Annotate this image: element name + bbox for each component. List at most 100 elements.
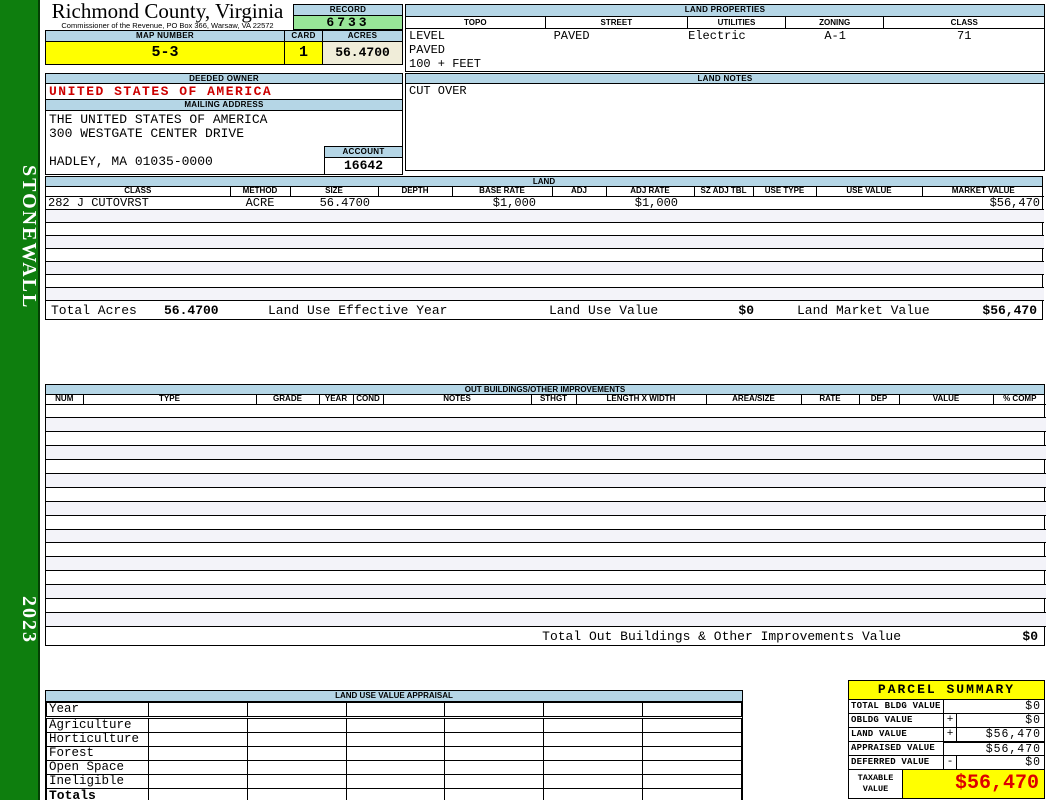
empty-cell [148,717,248,733]
empty-cell [246,788,347,800]
utilities-value: Electric [688,29,746,43]
topo-extra-1: PAVED [409,43,446,57]
empty-row [46,445,1046,461]
land-notes-panel: LAND NOTES CUT OVER [405,73,1045,171]
empty-cell [246,702,347,719]
plus-operator: + [944,714,957,727]
empty-row [46,487,1046,502]
col-zoning: ZONING [785,17,885,29]
commissioner-line: Commissioner of the Revenue, PO Box 366,… [61,21,274,30]
empty-cell [148,760,248,775]
empty-cell [246,732,347,747]
empty-cell [444,774,545,789]
land-value: $56,470 [985,728,1041,741]
deferred-value: $0 [1025,756,1041,769]
sidebar: STONEWALL 2023 [0,0,40,800]
empty-cell [543,788,644,800]
total-bldg-value-label: TOTAL BLDG VALUE [849,700,944,713]
card-value: 1 [285,42,323,65]
empty-row [46,274,1044,288]
out-buildings-total-value: $0 [1022,628,1038,644]
empty-row [46,209,1044,223]
parcel-summary-row: LAND VALUE + $56,470 [849,728,1044,742]
empty-row [46,584,1046,599]
land-market-value-label: Land Market Value [797,302,930,318]
appraisal-row: Year [46,702,742,719]
empty-cell [345,732,446,747]
taxable-value: $56,470 [903,770,1044,798]
total-acres-label: Total Acres [51,302,137,318]
land-use-effective-year-label: Land Use Effective Year [268,302,448,318]
appraisal-row: Open Space [46,760,742,775]
col-utilities: UTILITIES [688,17,786,29]
col-street: STREET [545,17,689,29]
parcel-summary-row: APPRAISED VALUE $56,470 [849,742,1044,756]
empty-cell [543,774,644,789]
acres-header: ACRES [323,30,403,42]
land-properties-columns: TOPO STREET UTILITIES ZONING CLASS [406,17,1044,29]
land-use-value-label: Land Use Value [549,302,659,318]
empty-row [46,287,1044,301]
empty-cell [444,760,545,775]
land-table-panel: LAND CLASS METHOD SIZE DEPTH BASE RATE A… [45,176,1044,320]
empty-cell [642,746,742,761]
account-header: ACCOUNT [324,146,403,158]
owner-panel: DEEDED OWNER UNITED STATES OF AMERICA MA… [45,73,403,175]
appraised-value-label: APPRAISED VALUE [849,742,944,755]
empty-cell [642,732,742,747]
record-box: RECORD 6733 [293,4,403,30]
empty-row [46,417,1046,433]
land-row: 282 J CUTOVRST ACRE 56.4700 $1,000 $1,00… [46,196,1044,210]
out-buildings-column-headers: NUM TYPE GRADE YEAR COND NOTES STHGT LEN… [46,395,1046,405]
appraised-value: $56,470 [944,742,1044,756]
class-value: 71 [957,29,972,43]
empty-row [46,431,1046,447]
empty-cell [345,746,446,761]
empty-cell [345,717,446,733]
parcel-summary-header: PARCEL SUMMARY [849,681,1044,700]
empty-row [46,235,1044,249]
land-market-value: $56,470 [982,302,1037,318]
taxable-value-label: TAXABLE VALUE [849,770,903,798]
empty-cell [642,717,742,733]
record-value: 6733 [293,16,403,30]
empty-cell [148,746,248,761]
street-value: PAVED [553,29,590,43]
empty-cell [543,746,644,761]
map-number-value: 5-3 [45,42,285,65]
deeded-owner-header: DEEDED OWNER [45,73,403,84]
out-buildings-panel: OUT BUILDINGS/OTHER IMPROVEMENTS NUM TYP… [45,384,1046,646]
land-table: CLASS METHOD SIZE DEPTH BASE RATE ADJ AD… [46,187,1044,301]
land-column-headers: CLASS METHOD SIZE DEPTH BASE RATE ADJ AD… [46,187,1044,197]
appraisal-row: Horticulture [46,732,742,747]
empty-cell [642,760,742,775]
plus-operator: + [944,728,957,741]
total-bldg-value: $0 [1025,700,1041,713]
land-properties-header: LAND PROPERTIES [406,5,1044,17]
appraisal-row: Agriculture [46,717,742,733]
empty-row [46,222,1044,236]
account-box: ACCOUNT 16642 [324,146,403,175]
topo-value: LEVEL [409,29,446,43]
land-table-header: LAND [46,177,1042,187]
land-value-label: LAND VALUE [849,728,944,741]
empty-cell [345,788,446,800]
empty-cell [642,702,742,719]
empty-cell [543,702,644,719]
appraisal-row: Forest [46,746,742,761]
empty-cell [246,760,347,775]
empty-cell [148,788,248,800]
out-buildings-table: NUM TYPE GRADE YEAR COND NOTES STHGT LEN… [46,395,1046,627]
tax-year-label: 2023 [18,596,40,644]
land-use-appraisal-table: Year Agriculture Horticulture Forest Ope… [46,702,742,800]
empty-cell [543,760,644,775]
empty-cell [543,732,644,747]
empty-cell [148,774,248,789]
empty-cell [345,702,446,719]
empty-row [46,570,1046,586]
property-record-card: STONEWALL 2023 Richmond County, Virginia… [0,0,1050,800]
empty-row [46,515,1046,530]
minus-operator: - [944,756,957,769]
parcel-summary-row: TOTAL BLDG VALUE $0 [849,700,1044,714]
col-topo: TOPO [406,17,546,29]
